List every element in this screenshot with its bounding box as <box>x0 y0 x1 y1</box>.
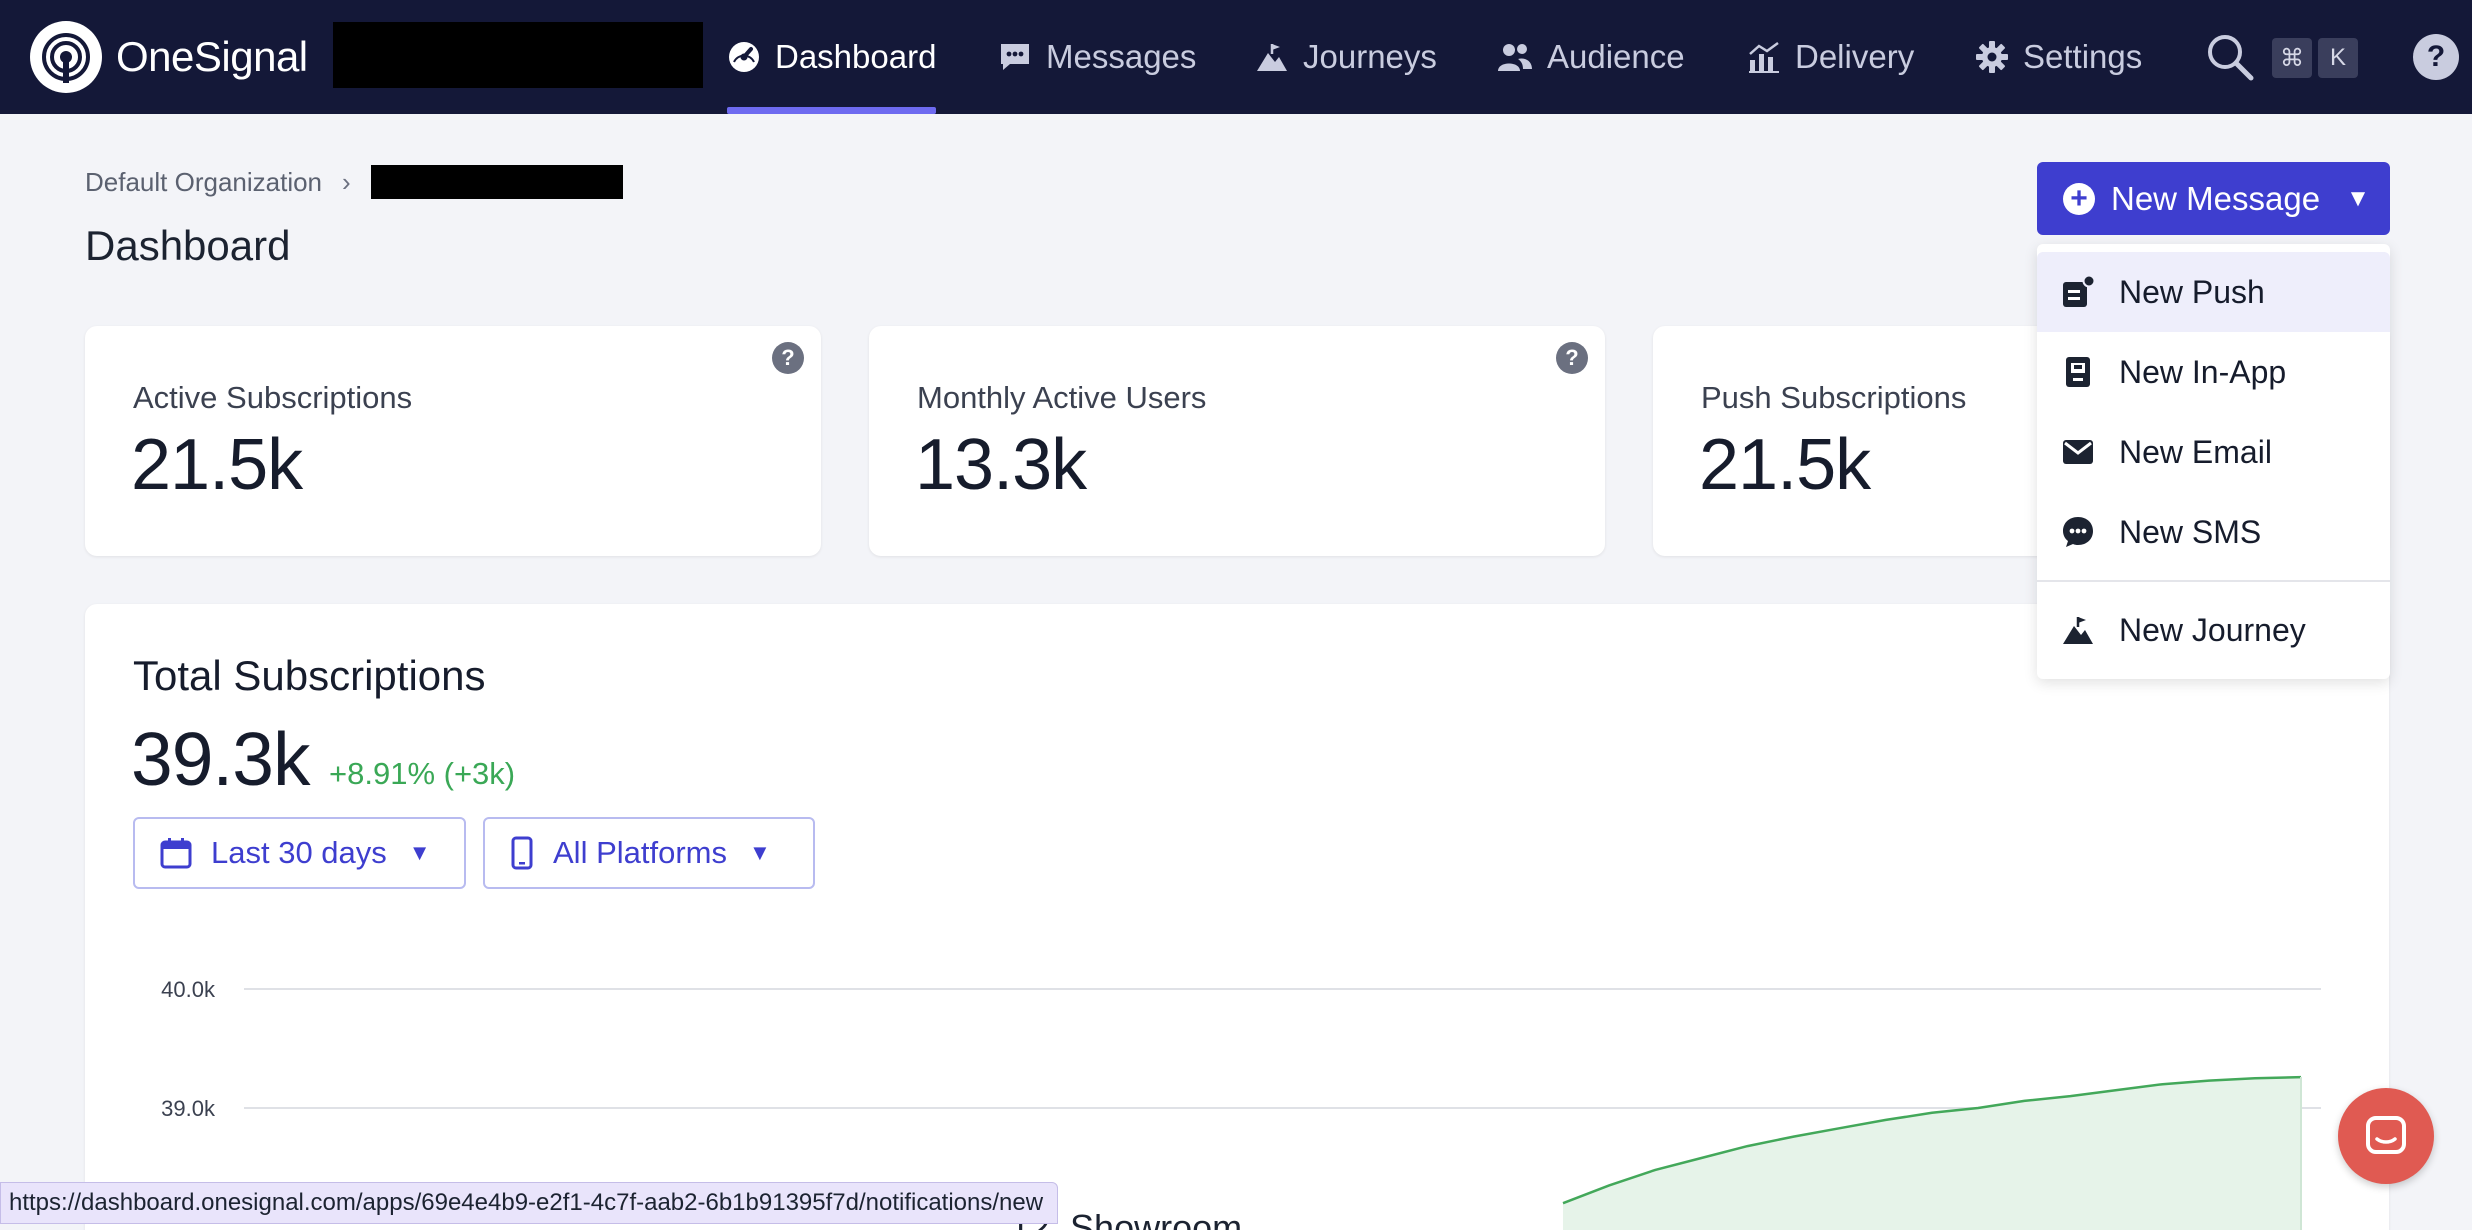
menu-item-new-in-app[interactable]: New In-App <box>2037 332 2390 412</box>
nav-journeys[interactable]: Journeys <box>1255 0 1437 114</box>
onesignal-logo[interactable]: OneSignal <box>30 21 308 93</box>
menu-item-new-push[interactable]: New Push <box>2037 252 2390 332</box>
y-tick-label: 39.0k <box>161 1096 216 1121</box>
new-message-label: New Message <box>2111 179 2321 217</box>
stat-value: 21.5k <box>1699 425 1871 505</box>
series-area <box>1563 1077 2301 1230</box>
stat-value: 13.3k <box>915 425 1087 505</box>
stat-label: Active Subscriptions <box>133 380 413 415</box>
nav-messages-label: Messages <box>1046 38 1197 75</box>
breadcrumb-app-redacted[interactable] <box>370 165 623 199</box>
stat-value: 21.5k <box>131 425 303 505</box>
sms-bubble-icon <box>2063 517 2093 547</box>
stat-card-active-subscriptions: Active Subscriptions 21.5k ? <box>85 326 821 556</box>
new-message-button[interactable]: + New Message ▼ <box>2037 162 2390 235</box>
y-tick-label: 40.0k <box>161 977 216 1002</box>
gear-icon <box>1976 41 2008 73</box>
plus-circle-icon: + <box>2063 182 2095 215</box>
top-nav: OneSignal Dashboard Messages Journeys Au… <box>0 0 2472 114</box>
nav-audience-label: Audience <box>1547 38 1685 75</box>
support-chat-button[interactable] <box>2338 1088 2434 1184</box>
shortcut-k-key: K <box>2318 38 2358 78</box>
menu-item-new-email[interactable]: New Email <box>2037 412 2390 492</box>
mountain-flag-icon <box>2063 617 2093 644</box>
breadcrumb-org[interactable]: Default Organization <box>85 167 322 198</box>
envelope-icon <box>2063 440 2093 464</box>
total-subscriptions-chart: 40.0k39.0k12, Showroom <box>161 977 2321 1230</box>
nav-journeys-label: Journeys <box>1303 38 1437 75</box>
logo-text: OneSignal <box>116 33 308 80</box>
nav-settings-label: Settings <box>2023 38 2143 75</box>
stat-label: Push Subscriptions <box>1701 380 1967 415</box>
search-icon <box>2208 35 2254 81</box>
new-message-menu: New Push New In-App New Email New SMS Ne… <box>2037 244 2390 679</box>
in-app-icon <box>2066 357 2090 387</box>
breadcrumb: Default Organization › <box>85 165 623 199</box>
chat-icon <box>2366 1116 2406 1154</box>
menu-divider <box>2037 580 2390 582</box>
link-status-bar: https://dashboard.onesignal.com/apps/69e… <box>0 1182 1059 1224</box>
help-question-icon[interactable]: ? <box>1556 342 1588 374</box>
nav-dashboard-label: Dashboard <box>775 38 937 75</box>
chat-bubble-icon <box>1001 44 1029 70</box>
menu-item-label: New Journey <box>2119 611 2306 648</box>
gauge-icon <box>729 42 759 72</box>
nav-messages[interactable]: Messages <box>998 0 1196 114</box>
page-title: Dashboard <box>85 222 291 269</box>
nav-dashboard[interactable]: Dashboard <box>727 0 937 114</box>
nav-settings[interactable]: Settings <box>1975 0 2142 114</box>
caret-down-icon: ▼ <box>2346 184 2370 212</box>
nav-audience[interactable]: Audience <box>1497 0 1685 114</box>
menu-item-new-sms[interactable]: New SMS <box>2037 492 2390 572</box>
menu-item-new-journey[interactable]: New Journey <box>2037 590 2390 670</box>
stat-card-monthly-active-users: Monthly Active Users 13.3k ? <box>869 326 1605 556</box>
help-question-icon[interactable]: ? <box>772 342 804 374</box>
nav-delivery-label: Delivery <box>1795 38 1915 75</box>
breadcrumb-separator: › <box>342 166 351 197</box>
mountain-flag-icon <box>1257 44 1287 71</box>
push-notification-icon <box>2063 275 2095 307</box>
users-icon <box>1498 44 1532 71</box>
onesignal-logo-icon <box>30 21 102 93</box>
menu-item-label: New SMS <box>2119 513 2262 550</box>
menu-item-label: New Push <box>2119 273 2265 310</box>
app-name-redacted[interactable] <box>333 22 703 88</box>
shortcut-cmd-key: ⌘ <box>2272 38 2312 78</box>
search-button[interactable] <box>2205 32 2255 87</box>
total-subscriptions-card: Total Subscriptions 39.3k +8.91% (+3k) L… <box>85 604 2389 1230</box>
bar-chart-icon <box>1749 41 1779 73</box>
nav-delivery[interactable]: Delivery <box>1747 0 1914 114</box>
stat-label: Monthly Active Users <box>917 380 1207 415</box>
help-icon[interactable]: ? <box>2413 34 2459 80</box>
menu-item-label: New In-App <box>2119 353 2287 390</box>
menu-item-label: New Email <box>2119 433 2272 470</box>
